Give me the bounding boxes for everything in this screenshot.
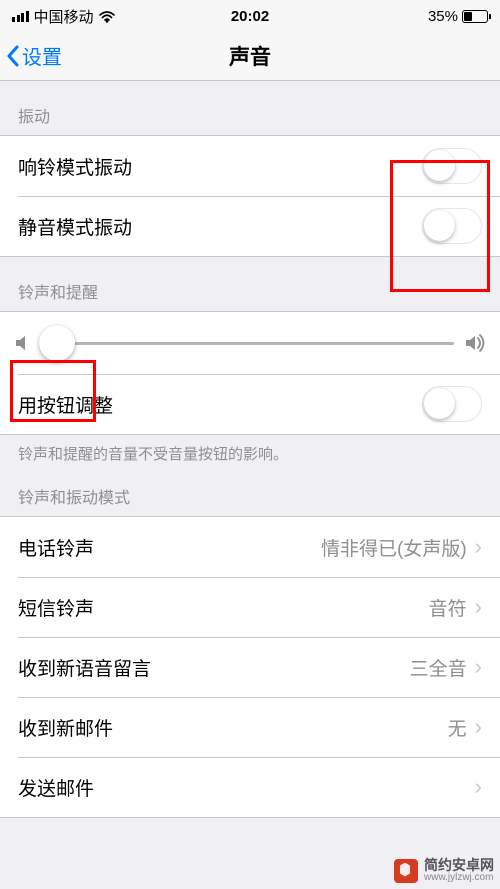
vibrate-on-ring-toggle[interactable] [422,148,482,184]
section-header-ringer: 铃声和提醒 [0,257,500,311]
chevron-right-icon: › [475,774,482,800]
speaker-high-icon [464,334,486,352]
chevron-right-icon: › [475,714,482,740]
section-header-vibrate: 振动 [0,81,500,135]
text-tone-label: 短信铃声 [18,594,94,621]
ringtone-label: 电话铃声 [18,534,94,561]
new-mail-cell[interactable]: 收到新邮件 无 › [0,697,500,757]
watermark-url: www.jylzwj.com [424,872,494,883]
carrier-label: 中国移动 [34,6,94,27]
back-label: 设置 [22,41,62,70]
vibrate-group: 响铃模式振动 静音模式振动 [0,135,500,257]
voicemail-cell[interactable]: 收到新语音留言 三全音 › [0,637,500,697]
sent-mail-label: 发送邮件 [18,774,94,801]
change-with-buttons-label: 用按钮调整 [18,391,113,418]
wifi-icon [99,11,115,23]
watermark-title: 简约安卓网 [424,858,494,872]
sounds-group: 电话铃声 情非得已(女声版) › 短信铃声 音符 › 收到新语音留言 三全音 ›… [0,516,500,818]
voicemail-value: 三全音 [410,654,467,681]
battery-pct: 35% [428,8,458,25]
ringtone-cell[interactable]: 电话铃声 情非得已(女声版) › [0,517,500,577]
vibrate-on-silent-toggle[interactable] [422,208,482,244]
signal-icon [12,11,29,22]
vibrate-on-silent-label: 静音模式振动 [18,213,132,240]
watermark: 简约安卓网 www.jylzwj.com [394,858,494,883]
new-mail-value: 无 [448,714,467,741]
sent-mail-cell[interactable]: 发送邮件 › [0,757,500,817]
ringtone-value: 情非得已(女声版) [321,534,467,561]
back-button[interactable]: 设置 [0,41,62,70]
status-left: 中国移动 [12,6,115,27]
change-with-buttons-toggle[interactable] [422,386,482,422]
volume-slider-thumb[interactable] [39,325,75,361]
vibrate-on-ring-cell[interactable]: 响铃模式振动 [0,136,500,196]
text-tone-cell[interactable]: 短信铃声 音符 › [0,577,500,637]
battery-icon [462,10,488,23]
vibrate-on-silent-cell[interactable]: 静音模式振动 [0,196,500,256]
new-mail-label: 收到新邮件 [18,714,113,741]
text-tone-value: 音符 [429,594,467,621]
status-time: 20:02 [231,8,269,25]
vibrate-on-ring-label: 响铃模式振动 [18,153,132,180]
page-title: 声音 [229,41,271,71]
ringer-group: 用按钮调整 [0,311,500,435]
change-with-buttons-cell[interactable]: 用按钮调整 [0,374,500,434]
watermark-logo-icon [394,859,418,883]
status-bar: 中国移动 20:02 35% [0,0,500,31]
chevron-left-icon [6,45,20,67]
voicemail-label: 收到新语音留言 [18,654,151,681]
speaker-low-icon [14,334,30,352]
section-header-sounds: 铃声和振动模式 [0,472,500,516]
chevron-right-icon: › [475,654,482,680]
navigation-bar: 设置 声音 [0,31,500,81]
volume-slider[interactable] [40,342,454,345]
status-right: 35% [428,8,488,25]
section-footer-ringer: 铃声和提醒的音量不受音量按钮的影响。 [0,435,500,472]
chevron-right-icon: › [475,534,482,560]
chevron-right-icon: › [475,594,482,620]
volume-slider-cell[interactable] [0,312,500,374]
